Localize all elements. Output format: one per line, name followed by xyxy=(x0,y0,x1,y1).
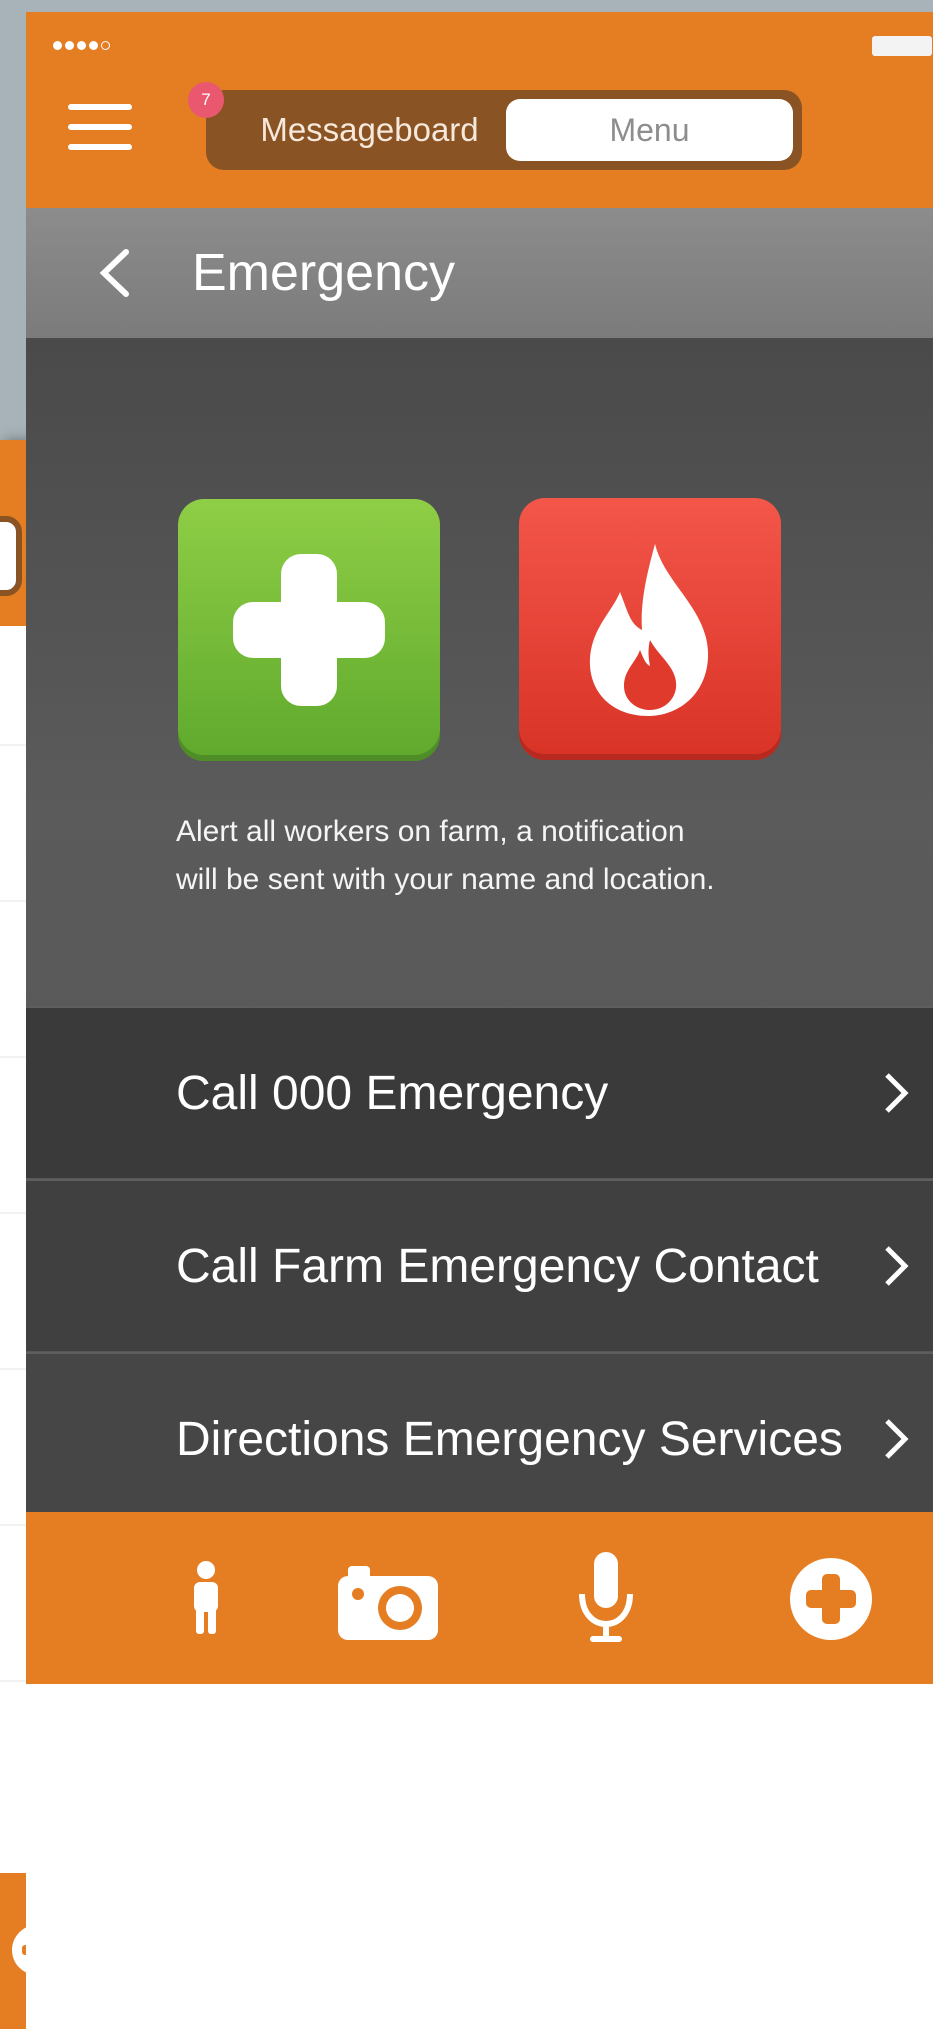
row-label: Call Farm Emergency Contact xyxy=(176,1240,819,1293)
hamburger-menu-icon[interactable] xyxy=(68,104,132,150)
chevron-right-icon xyxy=(885,1073,909,1113)
alert-description: Alert all workers on farm, a notificatio… xyxy=(176,808,916,904)
background-segmented-control[interactable] xyxy=(0,516,22,596)
medical-emergency-button[interactable] xyxy=(178,499,440,761)
battery-icon xyxy=(872,36,932,56)
plus-circle-icon[interactable] xyxy=(788,1556,874,1642)
emergency-panel: Alert all workers on farm, a notificatio… xyxy=(26,338,933,1524)
fire-emergency-button[interactable] xyxy=(519,498,781,760)
medical-cross-icon xyxy=(233,554,385,706)
main-phone-screen: Messageboard Menu 7 Emergency Alert all … xyxy=(26,12,933,2029)
microphone-icon[interactable] xyxy=(574,1550,638,1650)
bottom-toolbar xyxy=(26,1512,933,1684)
chevron-right-icon xyxy=(885,1419,909,1459)
segment-menu[interactable]: Menu xyxy=(506,99,793,161)
segmented-control: Messageboard Menu xyxy=(206,90,802,170)
row-label: Call 000 Emergency xyxy=(176,1067,609,1120)
camera-icon[interactable] xyxy=(336,1562,440,1642)
row-label: Directions Emergency Services xyxy=(176,1413,843,1466)
call-farm-contact-row[interactable]: Call Farm Emergency Contact xyxy=(26,1179,933,1351)
signal-dots-icon xyxy=(53,41,110,50)
title-bar: Emergency xyxy=(26,208,933,338)
alert-text-line: Alert all workers on farm, a notificatio… xyxy=(176,815,685,848)
call-000-emergency-row[interactable]: Call 000 Emergency xyxy=(26,1006,933,1178)
fire-icon xyxy=(589,544,709,716)
notification-badge: 7 xyxy=(188,82,224,118)
directions-emergency-services-row[interactable]: Directions Emergency Services xyxy=(26,1352,933,1524)
page-title: Emergency xyxy=(192,244,455,302)
segment-messageboard[interactable]: Messageboard xyxy=(242,90,497,170)
chevron-left-icon[interactable] xyxy=(96,248,132,298)
app-header: Messageboard Menu 7 xyxy=(26,12,933,208)
person-icon[interactable] xyxy=(176,1560,236,1636)
alert-text-line: will be sent with your name and location… xyxy=(176,863,715,896)
chevron-right-icon xyxy=(885,1246,909,1286)
